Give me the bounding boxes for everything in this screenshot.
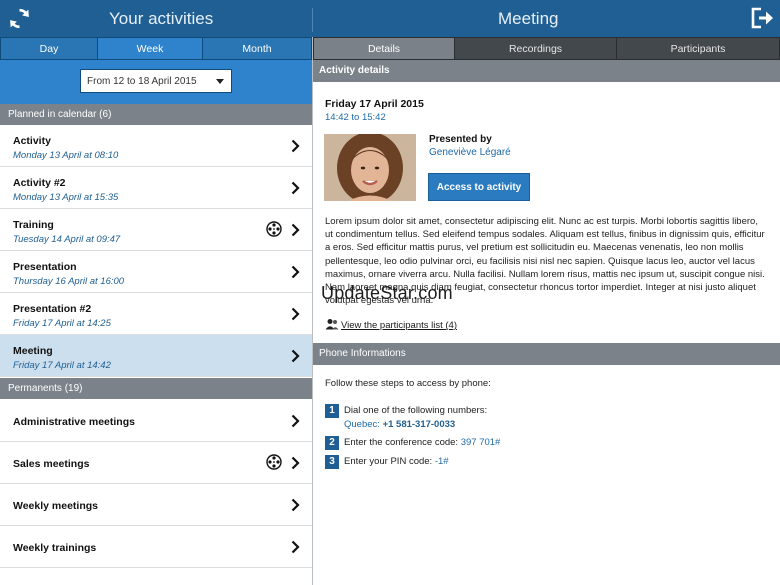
tab-participants[interactable]: Participants	[616, 37, 780, 60]
list-item-selected[interactable]: Meeting Friday 17 April at 14:42	[0, 335, 312, 377]
list-item[interactable]: Administrative meetings	[0, 400, 312, 442]
activity-details-header: Activity details	[313, 60, 780, 82]
chevron-right-icon	[291, 223, 300, 237]
tab-details[interactable]: Details	[313, 37, 455, 60]
item-title: Weekly meetings	[13, 500, 99, 512]
item-title: Presentation #2	[13, 303, 92, 315]
activity-date: Friday 17 April 2015	[325, 98, 424, 110]
item-date: Tuesday 14 April at 09:47	[13, 234, 121, 245]
phone-info-panel: Follow these steps to access by phone: 1…	[313, 365, 780, 585]
participants-list-link[interactable]: View the participants list (4)	[325, 318, 457, 332]
tab-month[interactable]: Month	[202, 37, 312, 60]
list-item[interactable]: Presentation #2 Friday 17 April at 14:25	[0, 293, 312, 335]
list-item[interactable]: Activity #2 Monday 13 April at 15:35	[0, 167, 312, 209]
users-icon	[325, 319, 339, 330]
presented-by-label: Presented by	[429, 134, 492, 145]
header-left: Your activities	[0, 0, 312, 37]
item-title: Activity	[13, 135, 51, 147]
step-text: Dial one of the following numbers:	[344, 405, 488, 416]
item-date: Friday 17 April at 14:42	[13, 360, 111, 371]
item-date: Friday 17 April at 14:25	[13, 318, 111, 329]
exit-icon[interactable]	[750, 7, 774, 29]
film-reel-icon	[266, 221, 282, 237]
item-title: Administrative meetings	[13, 416, 135, 428]
chevron-right-icon	[291, 349, 300, 363]
chevron-right-icon	[291, 307, 300, 321]
access-activity-button[interactable]: Access to activity	[428, 173, 530, 201]
phone-intro: Follow these steps to access by phone:	[325, 378, 491, 389]
tab-week[interactable]: Week	[97, 37, 203, 60]
step-text-line: Enter the conference code: 397 701#	[344, 437, 500, 448]
item-title: Presentation	[13, 261, 77, 273]
activity-time: 14:42 to 15:42	[325, 112, 386, 123]
step-text-line: Enter your PIN code: -1#	[344, 456, 449, 467]
chevron-right-icon	[291, 265, 300, 279]
period-tabs: Day Week Month	[0, 37, 312, 60]
list-item[interactable]: Sales meetings	[0, 442, 312, 484]
tab-day[interactable]: Day	[0, 37, 98, 60]
step-number: 3	[325, 455, 339, 469]
list-item[interactable]: Training Tuesday 14 April at 09:47	[0, 209, 312, 251]
chevron-right-icon	[291, 456, 300, 470]
film-reel-icon	[266, 454, 282, 470]
item-title: Sales meetings	[13, 458, 90, 470]
top-header: Your activities Meeting	[0, 0, 780, 37]
presenter-name[interactable]: Geneviève Légaré	[429, 147, 511, 158]
date-range-value: From 12 to 18 April 2015	[87, 76, 197, 87]
pin-code: -1#	[434, 456, 449, 467]
permanents-list: Administrative meetings Sales meetings W…	[0, 400, 312, 568]
dial-location: Quebec:	[344, 419, 380, 430]
chevron-right-icon	[291, 139, 300, 153]
participants-link-label: View the participants list (4)	[341, 320, 457, 331]
tab-recordings[interactable]: Recordings	[454, 37, 617, 60]
item-title: Meeting	[13, 345, 53, 357]
watermark: UpdateStar.com	[321, 283, 453, 303]
list-item[interactable]: Weekly trainings	[0, 526, 312, 568]
phone-info-header: Phone Informations	[313, 343, 780, 365]
step-text: Enter the conference code:	[344, 437, 459, 448]
meeting-tabs: Details Recordings Participants	[313, 37, 780, 60]
date-range-select[interactable]: From 12 to 18 April 2015	[80, 69, 232, 93]
chevron-right-icon	[291, 181, 300, 195]
conference-code: 397 701#	[460, 437, 501, 448]
step-number: 1	[325, 404, 339, 418]
dial-number-line: Quebec: +1 581-317-0033	[344, 419, 455, 430]
item-date: Thursday 16 April at 16:00	[13, 276, 125, 287]
item-date: Monday 13 April at 15:35	[13, 192, 119, 203]
meeting-title: Meeting	[498, 9, 559, 28]
step-text: Enter your PIN code:	[344, 456, 433, 467]
planned-list: Activity Monday 13 April at 08:10 Activi…	[0, 125, 312, 377]
list-item[interactable]: Weekly meetings	[0, 484, 312, 526]
refresh-icon[interactable]	[7, 6, 32, 31]
header-right: Meeting	[313, 0, 780, 37]
list-item[interactable]: Activity Monday 13 April at 08:10	[0, 125, 312, 167]
item-title: Weekly trainings	[13, 542, 97, 554]
planned-section-header: Planned in calendar (6)	[0, 104, 312, 125]
permanents-section-header: Permanents (19)	[0, 378, 312, 399]
list-item[interactable]: Presentation Thursday 16 April at 16:00	[0, 251, 312, 293]
your-activities-title: Your activities	[109, 9, 214, 28]
caret-down-icon	[216, 79, 224, 84]
item-title: Activity #2	[13, 177, 66, 189]
date-range-area: From 12 to 18 April 2015	[0, 60, 312, 104]
dial-number[interactable]: +1 581-317-0033	[383, 419, 456, 430]
item-title: Training	[13, 219, 54, 231]
step-number: 2	[325, 436, 339, 450]
chevron-right-icon	[291, 540, 300, 554]
chevron-right-icon	[291, 498, 300, 512]
presenter-avatar	[324, 134, 416, 201]
chevron-right-icon	[291, 414, 300, 428]
item-date: Monday 13 April at 08:10	[13, 150, 119, 161]
